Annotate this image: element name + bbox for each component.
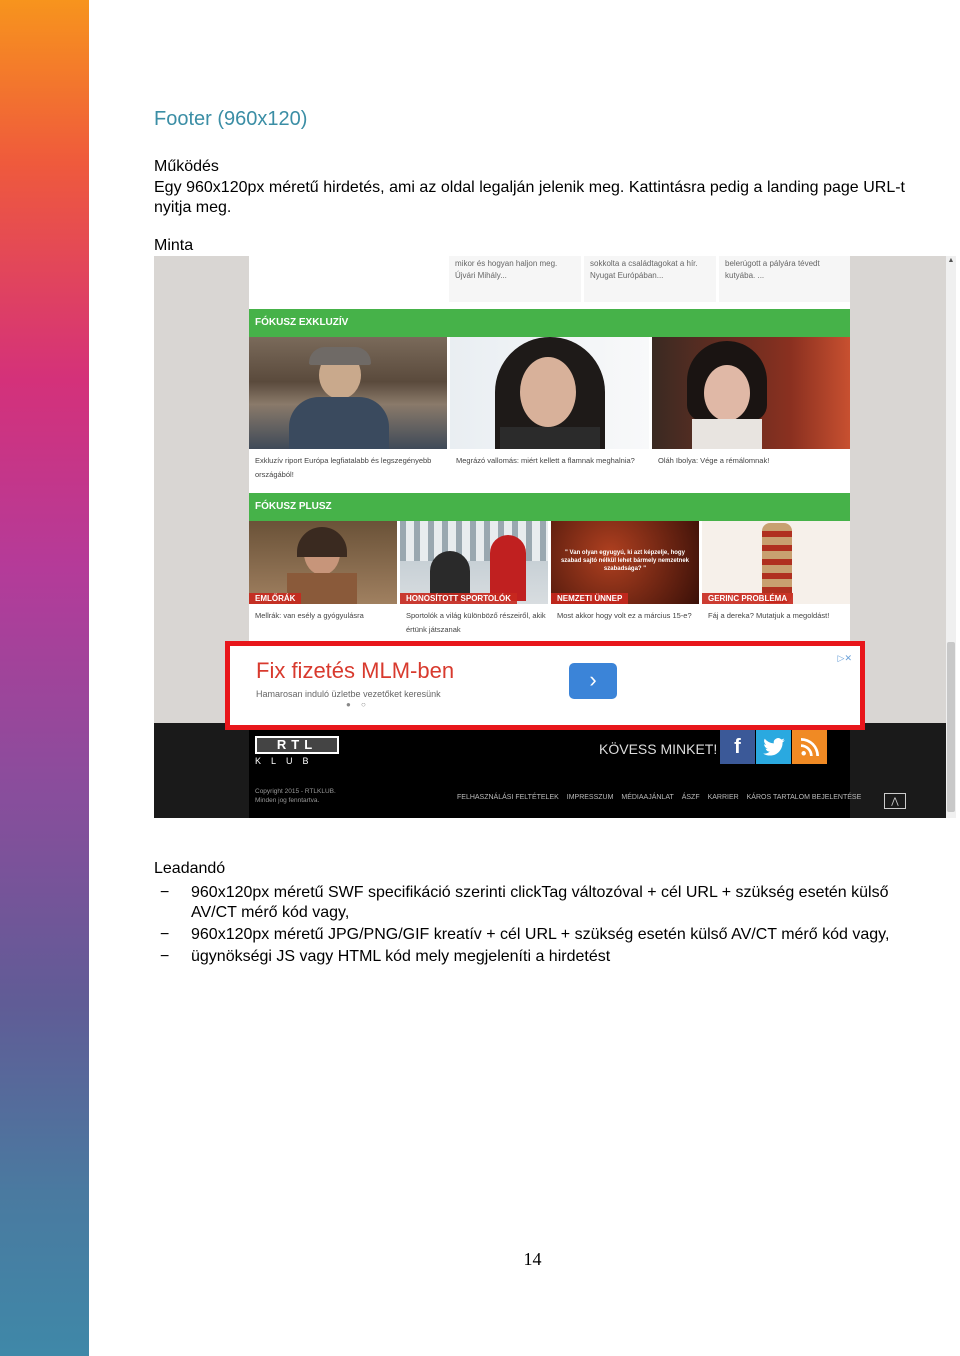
copyright-line: Copyright 2015 - RTLKLUB.: [255, 788, 336, 795]
photo-woman-bangs[interactable]: [652, 337, 850, 449]
caption[interactable]: Sportolók a világ különböző részeiről, a…: [406, 609, 546, 637]
top-card: mikor és hogyan haljon meg. Újvári Mihál…: [449, 256, 581, 302]
rss-icon[interactable]: [792, 730, 827, 764]
footer-links: FELHASZNÁLÁSI FELTÉTELEK IMPRESSZUM MÉDI…: [457, 794, 867, 801]
caption[interactable]: Megrázó vallomás: miért kellett a flamna…: [456, 454, 646, 468]
ad-title[interactable]: Fix fizetés MLM-ben: [256, 658, 454, 684]
photo-old-man[interactable]: [249, 337, 447, 449]
list-marker: −: [160, 884, 170, 901]
tag-label: NEMZETI ÜNNEP: [551, 593, 629, 604]
follow-us-label: KÖVESS MINKET!: [599, 741, 718, 757]
copyright-line: Minden jog fenntartva.: [255, 797, 320, 804]
list-item-text: 960x120px méretű JPG/PNG/GIF kreatív + c…: [191, 926, 890, 943]
photo-young-woman[interactable]: [450, 337, 649, 449]
page-heading: Footer (960x120): [154, 108, 308, 130]
footer-link[interactable]: IMPRESSZUM: [567, 794, 614, 801]
deliverables-list: − 960x120px méretű SWF specifikáció szer…: [154, 883, 906, 969]
ad-next-button[interactable]: ›: [569, 663, 617, 699]
scroll-up-arrow-icon[interactable]: ▲: [947, 257, 955, 265]
footer-link[interactable]: ÁSZF: [682, 794, 700, 801]
caption[interactable]: Most akkor hogy volt ez a március 15-e?: [557, 609, 699, 623]
logo-bottom-text: KLUB: [255, 756, 319, 766]
footer-link[interactable]: MÉDIAAJÁNLAT: [621, 794, 673, 801]
list-item: − 960x120px méretű JPG/PNG/GIF kreatív +…: [154, 925, 906, 945]
section-title-fokusz-plusz: FÓKUSZ PLUSZ: [249, 493, 850, 521]
top-card: sokkolta a családtagokat a hír. Nyugat E…: [584, 256, 716, 302]
top-cards-row: mikor és hogyan haljon meg. Újvári Mihál…: [249, 256, 850, 304]
caption[interactable]: Oláh Ibolya: Vége a rémálomnak!: [658, 454, 848, 468]
caption[interactable]: Fáj a dereka? Mutatjuk a megoldást!: [708, 609, 850, 623]
caption[interactable]: Mellrák: van esély a gyógyulásra: [255, 609, 395, 623]
photo-sportolok[interactable]: HONOSÍTOTT SPORTOLÓK: [400, 521, 548, 604]
list-item-text: ügynökségi JS vagy HTML kód mely megjele…: [191, 948, 611, 965]
list-item: − 960x120px méretű SWF specifikáció szer…: [154, 883, 906, 923]
caption[interactable]: Exkluzív riport Európa legfiatalabb és l…: [255, 454, 445, 482]
minta-label: Minta: [154, 237, 194, 254]
footer-link[interactable]: KÁROS TARTALOM BEJELENTÉSE: [747, 794, 862, 801]
list-marker: −: [160, 926, 170, 943]
mukodes-text: Egy 960x120px méretű hirdetés, ami az ol…: [154, 179, 905, 216]
list-marker: −: [160, 948, 170, 965]
footer-link[interactable]: KARRIER: [708, 794, 739, 801]
tag-label: HONOSÍTOTT SPORTOLÓK: [400, 593, 518, 604]
section-title-fokusz-exkluziv: FÓKUSZ EXKLUZÍV: [249, 309, 850, 337]
photo-emlorak[interactable]: EMLŐRÁK: [249, 521, 397, 604]
ad-carousel-dots[interactable]: ● ○: [346, 700, 370, 709]
tag-label: GERINC PROBLÉMA: [702, 593, 794, 604]
list-item-text: 960x120px méretű SWF specifikáció szerin…: [191, 884, 889, 921]
scrollbar[interactable]: ▲: [946, 256, 956, 818]
scrollbar-thumb[interactable]: [947, 642, 955, 812]
site-footer: RTL KLUB KÖVESS MINKET! f Copyright 2015…: [154, 723, 946, 818]
footer-inner: RTL KLUB KÖVESS MINKET! f Copyright 2015…: [249, 723, 861, 818]
decorative-gradient-strip: [0, 0, 89, 1356]
mukodes-label: Működés: [154, 158, 219, 175]
page-number: 14: [523, 1249, 542, 1269]
facebook-icon[interactable]: f: [720, 730, 755, 764]
photo-gerinc-problema[interactable]: GERINC PROBLÉMA: [702, 521, 850, 604]
leadando-label: Leadandó: [154, 860, 226, 877]
ad-close-icon[interactable]: ▷✕: [838, 653, 852, 664]
logo-top-text: RTL: [255, 736, 339, 754]
tag-label: EMLŐRÁK: [249, 593, 302, 604]
copyright-text: Copyright 2015 - RTLKLUB. Minden jog fen…: [255, 787, 336, 805]
sample-screenshot: mikor és hogyan haljon meg. Újvári Mihál…: [154, 256, 956, 818]
footer-link[interactable]: FELHASZNÁLÁSI FELTÉTELEK: [457, 794, 559, 801]
list-item: − ügynökségi JS vagy HTML kód mely megje…: [154, 947, 906, 967]
twitter-icon[interactable]: [756, 730, 791, 764]
ad-subtitle[interactable]: Hamarosan induló üzletbe vezetőket keres…: [256, 689, 441, 699]
top-card: belerúgott a pályára tévedt kutyába. ...: [719, 256, 850, 302]
quote-text: " Van olyan egyugyú, ki azt képzelje, ho…: [560, 550, 690, 572]
footer-ad-highlight[interactable]: Fix fizetés MLM-ben Hamarosan induló üzl…: [225, 641, 865, 730]
photo-nemzeti-unnep[interactable]: " Van olyan egyugyú, ki azt képzelje, ho…: [551, 521, 699, 604]
rtl-klub-logo[interactable]: RTL KLUB: [255, 736, 339, 766]
scroll-to-top-button[interactable]: ⋀: [884, 793, 906, 809]
